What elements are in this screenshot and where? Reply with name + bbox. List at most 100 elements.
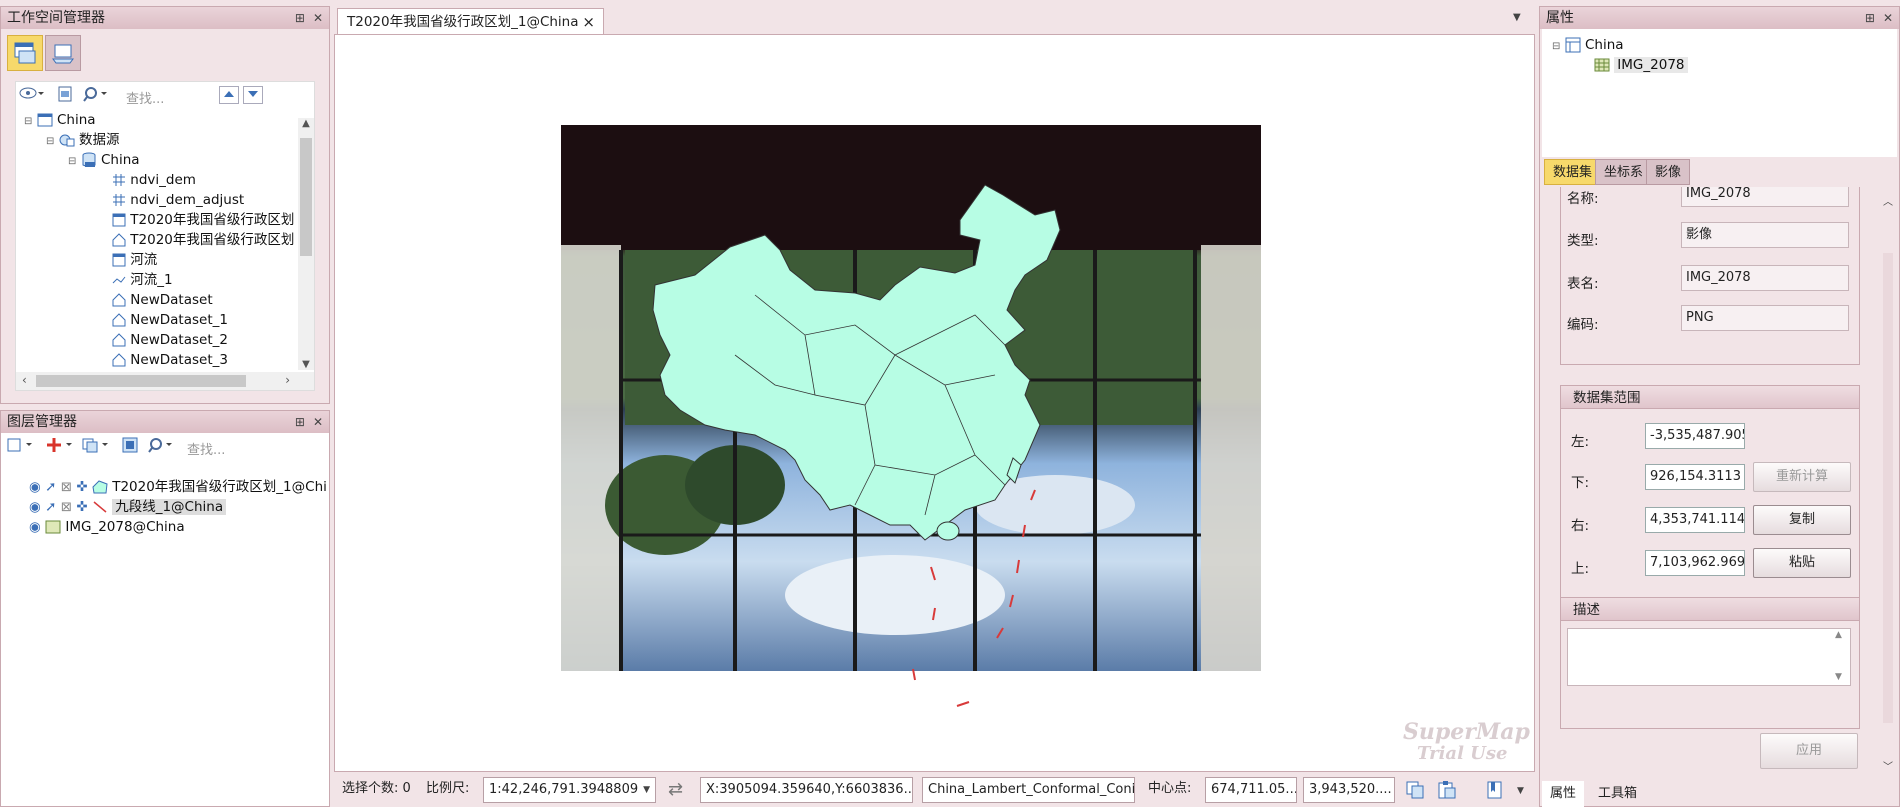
textarea-scroll-down-icon[interactable]: ▼	[1835, 672, 1842, 682]
lock-icon[interactable]: ⊠	[61, 499, 72, 515]
tree-node-dataset[interactable]: ndvi_dem_adjust	[112, 190, 244, 210]
paste-button[interactable]: 粘贴	[1753, 548, 1851, 578]
expand-icon[interactable]: ⊟	[68, 156, 76, 167]
tree-node-dataset[interactable]: NewDataset_2	[112, 330, 228, 350]
copy-button[interactable]: 复制	[1753, 505, 1851, 535]
tree-node-dataset[interactable]: ndvi_dem	[112, 170, 196, 190]
tree-node-dataset[interactable]: T2020年我国省级行政区划	[112, 230, 294, 250]
scroll-left-icon[interactable]: ‹	[22, 373, 27, 387]
copy-coords-icon[interactable]	[1405, 780, 1427, 804]
status-menu-dropdown-icon[interactable]: ▼	[1517, 786, 1524, 796]
visible-eye-icon[interactable]: ◉	[29, 499, 41, 515]
resource-view-button[interactable]	[45, 35, 81, 71]
snap-icon[interactable]: ✜	[76, 479, 87, 495]
tree-node-datasource-china[interactable]: ⊟ China	[68, 150, 140, 170]
scroll-right-icon[interactable]: ›	[285, 373, 290, 387]
tab-dataset[interactable]: 数据集	[1544, 159, 1602, 185]
visible-eye-icon[interactable]: ◉	[29, 519, 41, 535]
open-file-button[interactable]	[54, 86, 76, 106]
pin-icon[interactable]: ⊞	[295, 11, 305, 25]
tab-properties[interactable]: 属性	[1542, 781, 1585, 807]
scroll-thumb[interactable]	[300, 138, 312, 256]
layer-item[interactable]: ◉ ➚ ⊠ ✜ T2020年我国省级行政区划_1@China	[29, 477, 327, 497]
layer-item[interactable]: ◉ IMG_2078@China	[29, 517, 185, 537]
tree-node-dataset[interactable]: 河流	[112, 250, 157, 270]
move-up-button[interactable]	[219, 86, 239, 104]
layer-list: ◉ ➚ ⊠ ✜ T2020年我国省级行政区划_1@China ◉ ➚ ⊠ ✜ 九…	[1, 473, 327, 803]
center-y-field[interactable]: 3,943,520....	[1303, 777, 1395, 803]
paste-coords-icon[interactable]	[1436, 780, 1458, 804]
right-field[interactable]: 4,353,741.1146	[1645, 507, 1745, 533]
bottom-field[interactable]: 926,154.3113	[1645, 464, 1745, 490]
layer-search-input[interactable]: 查找...	[187, 439, 225, 458]
tree-node-dataset[interactable]: NewDataset_3	[112, 350, 228, 370]
scroll-down-icon[interactable]: ﹀	[1880, 758, 1896, 773]
pin-icon[interactable]: ⊞	[295, 415, 305, 429]
layer-properties-button[interactable]	[119, 437, 141, 457]
recompute-button[interactable]: 重新计算	[1753, 462, 1851, 492]
map-canvas[interactable]: SuperMap Trial Use	[334, 34, 1535, 772]
bookmark-icon[interactable]	[1484, 780, 1506, 804]
layer-group-button[interactable]	[81, 437, 111, 457]
expand-icon[interactable]: ⊟	[46, 136, 54, 147]
top-field[interactable]: 7,103,962.9695	[1645, 550, 1745, 576]
scroll-thumb[interactable]	[36, 375, 246, 387]
pin-icon[interactable]: ⊞	[1865, 11, 1875, 25]
tree-node-image-dataset[interactable]: IMG_2078	[1594, 55, 1688, 75]
left-field[interactable]: -3,535,487.905	[1645, 423, 1745, 449]
selectable-arrow-icon[interactable]: ➚	[45, 499, 56, 515]
close-icon[interactable]: ✕	[313, 415, 323, 429]
add-layer-button[interactable]	[45, 437, 75, 457]
workspace-search-input[interactable]: 查找...	[126, 88, 164, 107]
description-textarea[interactable]	[1567, 628, 1851, 686]
tab-toolbox[interactable]: 工具箱	[1590, 781, 1645, 807]
encoding-field[interactable]: PNG	[1681, 305, 1849, 331]
type-field[interactable]: 影像	[1681, 222, 1849, 248]
projection-field[interactable]: China_Lambert_Conformal_Conic	[922, 777, 1135, 803]
selectable-arrow-icon[interactable]: ➚	[45, 479, 56, 495]
layer-search-button[interactable]	[147, 437, 177, 457]
tree-node-dataset[interactable]: 河流_1	[112, 270, 173, 290]
tab-list-dropdown-icon[interactable]: ▼	[1513, 12, 1521, 23]
close-icon[interactable]: ✕	[1883, 11, 1893, 25]
name-field[interactable]: IMG_2078	[1681, 187, 1849, 207]
center-x-field[interactable]: 674,711.05...	[1205, 777, 1297, 803]
table-name-field[interactable]: IMG_2078	[1681, 265, 1849, 291]
layer-toolbar: 查找...	[1, 433, 329, 461]
tab-coordinate-system[interactable]: 坐标系	[1595, 159, 1653, 185]
tree-node-dataset[interactable]: NewDataset	[112, 290, 213, 310]
visible-eye-icon[interactable]: ◉	[29, 479, 41, 495]
tree-vertical-scrollbar[interactable]: ▲ ▼	[298, 118, 314, 370]
move-down-button[interactable]	[243, 86, 263, 104]
swap-coordinates-icon[interactable]: ⇄	[668, 779, 683, 800]
properties-tree: ⊟ China IMG_2078	[1542, 29, 1897, 157]
scroll-down-icon[interactable]: ▼	[298, 359, 314, 370]
tree-node-workspace[interactable]: ⊟ China	[1552, 35, 1624, 55]
workspace-view-button[interactable]	[7, 35, 43, 71]
new-map-button[interactable]	[5, 437, 35, 457]
scroll-thumb[interactable]	[1883, 253, 1893, 723]
view-options-button[interactable]	[18, 86, 46, 106]
tree-node-dataset[interactable]: T2020年我国省级行政区划	[112, 210, 294, 230]
tree-horizontal-scrollbar[interactable]: ‹ ›	[16, 372, 314, 390]
lock-icon[interactable]: ⊠	[61, 479, 72, 495]
expand-icon[interactable]: ⊟	[1552, 41, 1560, 52]
tree-node-datasources[interactable]: ⊟ 数据源	[46, 130, 119, 150]
snap-icon[interactable]: ✜	[76, 499, 87, 515]
close-icon[interactable]: ✕	[313, 11, 323, 25]
textarea-scroll-up-icon[interactable]: ▲	[1835, 630, 1842, 640]
tree-node-dataset[interactable]: NewDataset_1	[112, 310, 228, 330]
scale-select[interactable]: 1:42,246,791.3948809 ▼	[483, 777, 656, 803]
close-tab-icon[interactable]: ×	[582, 9, 595, 35]
tree-node-label: 河流_1	[130, 272, 173, 288]
map-tab[interactable]: T2020年我国省级行政区划_1@China ×	[337, 8, 604, 34]
properties-scrollbar[interactable]: ︿ ﹀	[1880, 193, 1896, 773]
expand-icon[interactable]: ⊟	[24, 116, 32, 127]
tree-node-workspace[interactable]: ⊟ China	[24, 110, 96, 130]
scroll-up-icon[interactable]: ︿	[1880, 193, 1896, 208]
scroll-up-icon[interactable]: ▲	[298, 118, 314, 129]
tab-image[interactable]: 影像	[1646, 159, 1691, 185]
layer-item[interactable]: ◉ ➚ ⊠ ✜ 九段线_1@China	[29, 497, 227, 517]
apply-button[interactable]: 应用	[1760, 733, 1858, 769]
search-button[interactable]	[82, 86, 110, 106]
